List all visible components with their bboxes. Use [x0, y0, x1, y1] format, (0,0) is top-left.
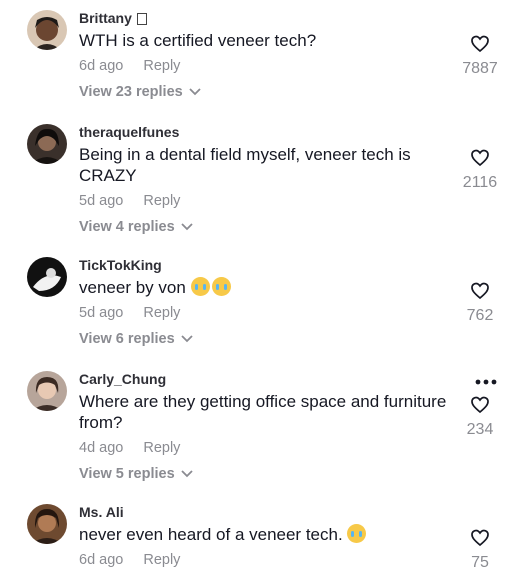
- chevron-down-icon: [189, 83, 201, 101]
- like-button[interactable]: 762: [458, 282, 502, 325]
- chevron-down-icon: [181, 218, 193, 236]
- reply-button[interactable]: Reply: [143, 193, 180, 209]
- heart-outline-icon: [470, 282, 490, 304]
- comment-text: WTH is a certified veneer tech?: [79, 31, 317, 50]
- reply-button[interactable]: Reply: [143, 552, 180, 568]
- avatar[interactable]: [27, 504, 67, 544]
- reply-button[interactable]: Reply: [143, 440, 180, 456]
- heart-outline-icon: [470, 35, 490, 57]
- reply-button[interactable]: Reply: [143, 305, 180, 321]
- comment-text: never even heard of a veneer tech.: [79, 524, 454, 545]
- username[interactable]: Brittany: [79, 10, 454, 27]
- heart-outline-icon: [470, 396, 490, 418]
- crying-face-emoji: [190, 277, 210, 296]
- view-replies-button[interactable]: View 23 replies: [79, 83, 454, 101]
- timestamp: 6d ago: [79, 58, 124, 74]
- like-button[interactable]: 75: [458, 529, 502, 572]
- avatar[interactable]: [27, 371, 67, 411]
- username[interactable]: Carly_Chung: [79, 371, 454, 388]
- view-replies-button[interactable]: View 4 replies: [79, 218, 454, 236]
- chevron-down-icon: [181, 330, 193, 348]
- like-count: 234: [466, 421, 494, 438]
- reply-button[interactable]: Reply: [143, 58, 180, 74]
- comment-body: theraquelfunes Being in a dental field m…: [79, 124, 454, 236]
- like-count: 75: [471, 554, 489, 571]
- timestamp: 5d ago: [79, 193, 124, 209]
- crying-face-emoji: [211, 277, 231, 296]
- chevron-down-icon: [181, 465, 193, 483]
- like-button[interactable]: 2116: [458, 149, 502, 192]
- comment-text: Where are they getting office space and …: [79, 392, 447, 432]
- username[interactable]: Ms. Ali: [79, 504, 454, 521]
- comment-meta: 5d ago Reply: [79, 304, 454, 322]
- comment-body: TickTokKing veneer by von 5d ago Reply Vi…: [79, 257, 454, 348]
- avatar[interactable]: [27, 257, 67, 297]
- like-button[interactable]: 7887: [458, 35, 502, 78]
- heart-outline-icon: [470, 529, 490, 551]
- like-count: 2116: [462, 174, 498, 191]
- timestamp: 6d ago: [79, 552, 124, 568]
- heart-outline-icon: [470, 149, 490, 171]
- timestamp: 4d ago: [79, 440, 124, 456]
- comment-text: Being in a dental field myself, veneer t…: [79, 145, 411, 185]
- comment-meta: 4d ago Reply: [79, 439, 454, 457]
- timestamp: 5d ago: [79, 305, 124, 321]
- comment-body: Ms. Ali never even heard of a veneer tec…: [79, 504, 454, 569]
- comment-meta: 6d ago Reply: [79, 551, 454, 569]
- badge-icon: [136, 12, 147, 25]
- view-replies-button[interactable]: View 6 replies: [79, 330, 454, 348]
- crying-face-emoji: [347, 524, 367, 543]
- more-dots-icon[interactable]: [475, 373, 497, 385]
- comment-meta: 6d ago Reply: [79, 57, 454, 75]
- comment-body: Brittany WTH is a certified veneer tech?…: [79, 10, 454, 101]
- avatar[interactable]: [27, 124, 67, 164]
- username[interactable]: theraquelfunes: [79, 124, 454, 141]
- username[interactable]: TickTokKing: [79, 257, 454, 274]
- view-replies-button[interactable]: View 5 replies: [79, 465, 454, 483]
- comment-text: veneer by von: [79, 277, 454, 298]
- comment-meta: 5d ago Reply: [79, 192, 454, 210]
- avatar[interactable]: [27, 10, 67, 50]
- comment-body: Carly_Chung Where are they getting offic…: [79, 371, 454, 483]
- like-count: 7887: [462, 60, 498, 77]
- like-button[interactable]: 234: [458, 396, 502, 439]
- like-count: 762: [466, 307, 494, 324]
